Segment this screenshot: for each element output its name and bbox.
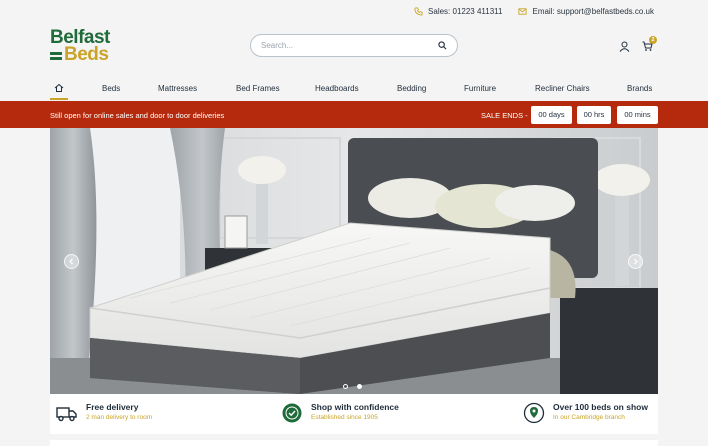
logo-bed-mark	[50, 52, 62, 60]
countdown-hrs: 00 hrs	[577, 106, 611, 124]
main-nav: Beds Mattresses Bed Frames Headboards Be…	[50, 78, 658, 100]
logo-line2: Beds	[64, 44, 109, 65]
countdown-mins: 00 mins	[617, 106, 658, 124]
truck-icon	[56, 407, 77, 422]
feature-free-delivery: Free delivery 2 man delivery to room	[56, 402, 152, 424]
content-below-fold	[50, 440, 658, 446]
nav-item-bedding[interactable]: Bedding	[397, 84, 426, 93]
email-contact[interactable]: Email: support@belfastbeds.co.uk	[518, 7, 654, 16]
countdown-days: 00 days	[531, 106, 572, 124]
home-icon[interactable]	[54, 83, 64, 93]
sales-contact[interactable]: Sales: 01223 411311	[414, 7, 502, 16]
carousel-prev-button[interactable]	[64, 254, 79, 269]
page: Sales: 01223 411311 Email: support@belfa…	[0, 0, 708, 446]
sale-message: Still open for online sales and door to …	[50, 111, 225, 120]
sale-ends-label: SALE ENDS -	[481, 111, 528, 120]
account-icon[interactable]	[619, 41, 630, 52]
map-pin-icon	[523, 402, 545, 424]
carousel-next-button[interactable]	[628, 254, 643, 269]
feature-title: Free delivery	[86, 402, 139, 412]
carousel-dot-2[interactable]	[357, 384, 362, 389]
hero-carousel[interactable]	[50, 128, 658, 394]
cart-count-badge: 2	[649, 36, 657, 44]
nav-item-recliner-chairs[interactable]: Recliner Chairs	[535, 84, 590, 93]
nav-item-bed-frames[interactable]: Bed Frames	[236, 84, 280, 93]
feature-subtitle: 2 man delivery to room	[86, 414, 153, 421]
nav-item-mattresses[interactable]: Mattresses	[158, 84, 197, 93]
feature-title: Over 100 beds on show	[553, 402, 648, 412]
sale-bar: Still open for online sales and door to …	[0, 101, 708, 128]
features-strip: Free delivery 2 man delivery to room Sho…	[50, 394, 658, 434]
search-icon[interactable]	[438, 41, 447, 50]
feature-title: Shop with confidence	[311, 402, 399, 412]
search-box	[250, 34, 458, 57]
nav-item-headboards[interactable]: Headboards	[315, 84, 359, 93]
badge-check-icon	[282, 403, 302, 423]
feature-subtitle: In our Cambridge branch	[553, 414, 625, 421]
nav-item-beds[interactable]: Beds	[102, 84, 120, 93]
sales-phone-text: Sales: 01223 411311	[428, 6, 503, 16]
carousel-dot-1[interactable]	[343, 384, 348, 389]
phone-icon	[414, 6, 423, 16]
site-logo[interactable]: Belfast Beds	[50, 28, 130, 66]
nav-item-furniture[interactable]: Furniture	[464, 84, 496, 93]
feature-subtitle: Established since 1905	[311, 414, 378, 421]
chevron-right-icon	[634, 258, 638, 265]
email-text: Email: support@belfastbeds.co.uk	[532, 6, 654, 16]
mail-icon	[518, 7, 528, 15]
search-input[interactable]	[261, 41, 438, 50]
nav-item-brands[interactable]: Brands	[627, 84, 652, 93]
chevron-left-icon	[69, 258, 73, 265]
feature-beds-on-show: Over 100 beds on show In our Cambridge b…	[523, 402, 648, 424]
hero-bed-image	[50, 128, 658, 394]
active-nav-indicator	[50, 98, 68, 100]
contact-bar: Sales: 01223 411311 Email: support@belfa…	[0, 0, 708, 22]
feature-shop-confidence: Shop with confidence Established since 1…	[281, 402, 399, 424]
